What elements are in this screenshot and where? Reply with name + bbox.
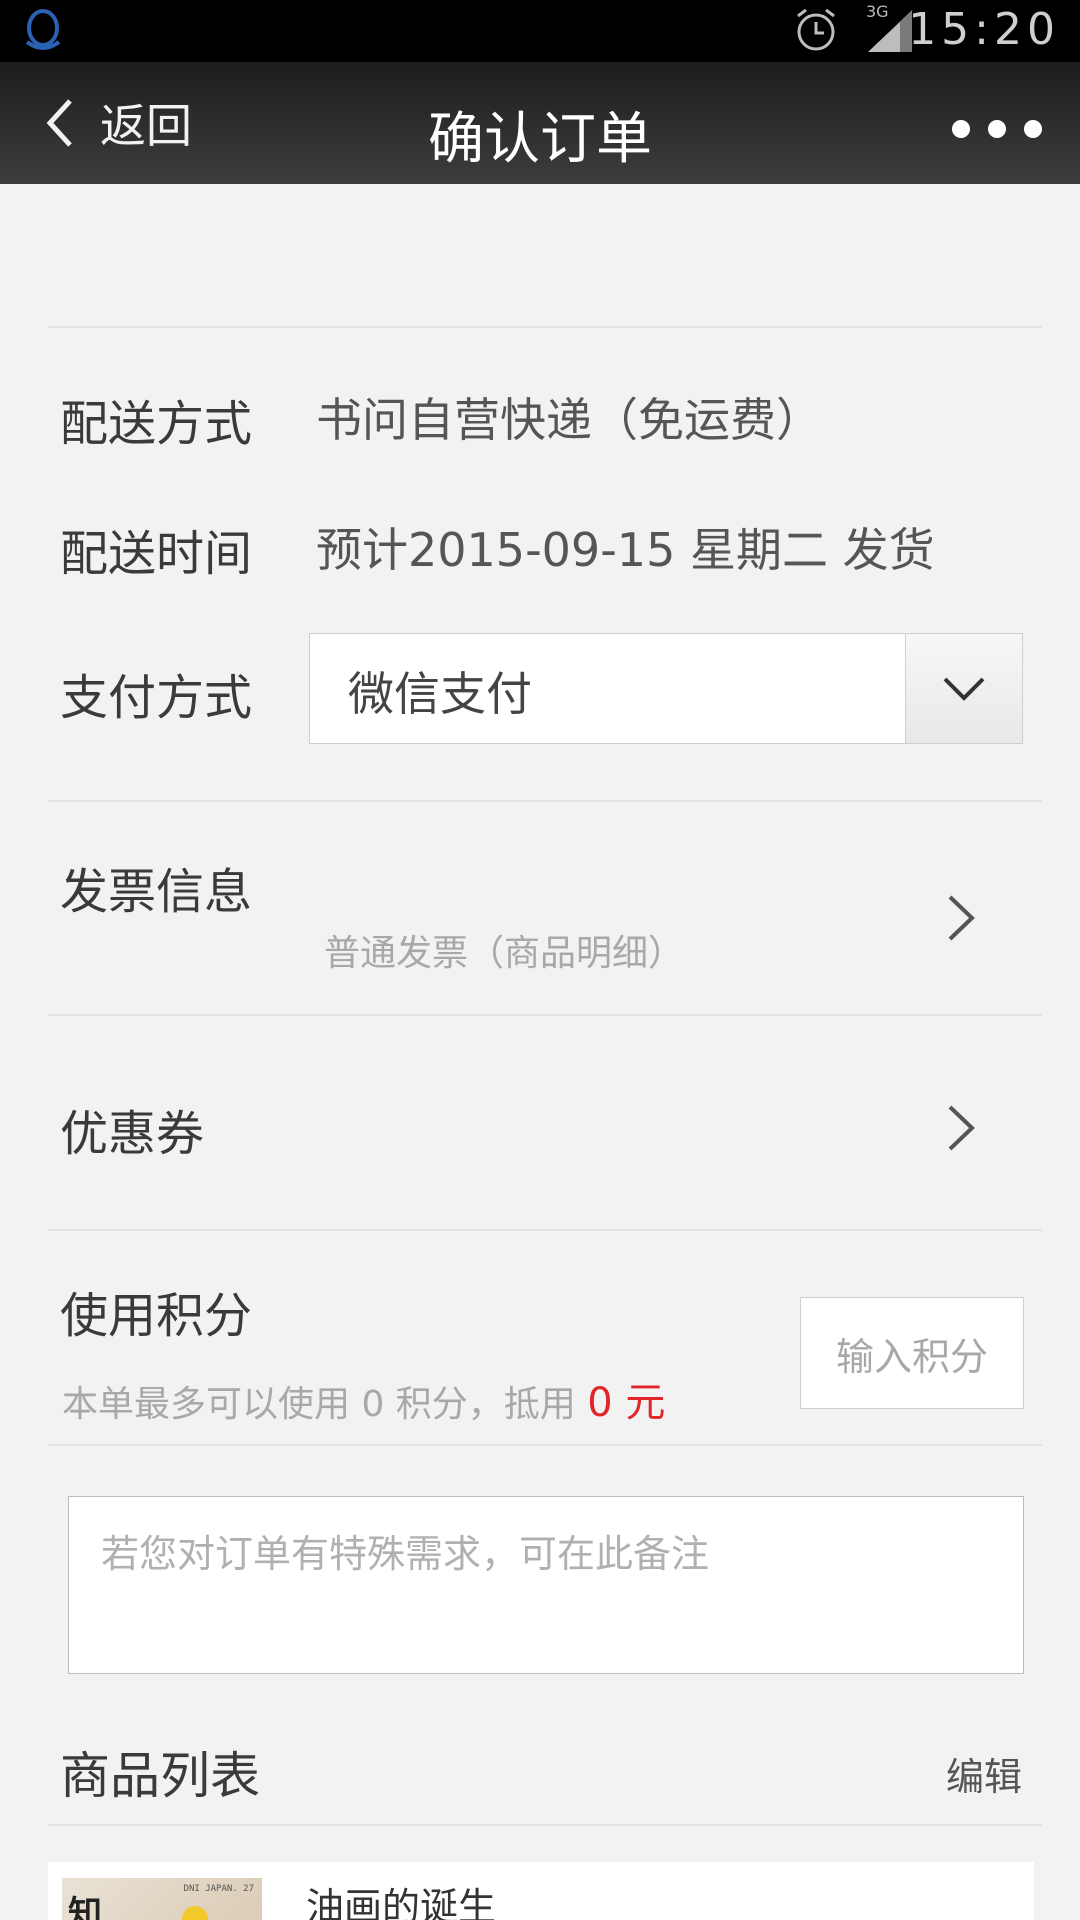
chevron-down-icon [943, 677, 985, 701]
list-item[interactable]: 知 DNI JAPAN. 27 油画的诞生 [48, 1862, 1034, 1920]
delivery-method-label: 配送方式 [60, 396, 253, 452]
divider [48, 326, 1042, 328]
page-title: 确认订单 [428, 107, 652, 172]
points-input[interactable]: 输入积分 [800, 1297, 1024, 1409]
points-amount: 0 元 [587, 1380, 666, 1426]
invoice-value: 普通发票（商品明细） [324, 933, 685, 974]
alarm-icon [797, 8, 835, 51]
divider [48, 1824, 1042, 1826]
points-tip-text: 本单最多可以使用 0 积分，抵用 [62, 1384, 576, 1425]
product-list-title: 商品列表 [60, 1747, 260, 1805]
delivery-time-value: 预计2015-09-15 星期二 发货 [316, 523, 935, 577]
product-thumbnail: 知 DNI JAPAN. 27 [62, 1878, 262, 1920]
nav-bar: 返回 确认订单 [0, 62, 1080, 184]
payment-method-label: 支付方式 [60, 670, 253, 726]
divider [48, 1444, 1042, 1446]
dropdown-toggle[interactable] [905, 634, 1022, 743]
edit-button[interactable]: 编辑 [946, 1746, 1022, 1801]
status-bar: 3G 15:20 [0, 0, 1080, 62]
invoice-label: 发票信息 [60, 864, 253, 920]
divider [48, 1229, 1042, 1231]
chevron-right-icon [948, 895, 975, 941]
points-tip: 本单最多可以使用 0 积分，抵用 0 元 [62, 1370, 665, 1428]
payment-method-select[interactable]: 微信支付 [309, 633, 1023, 744]
remark-textarea[interactable]: 若您对订单有特殊需求，可在此备注 [68, 1496, 1024, 1674]
more-dots-icon[interactable] [952, 120, 1042, 138]
status-time: 15:20 [908, 4, 1060, 55]
points-label: 使用积分 [60, 1288, 253, 1344]
coupon-label: 优惠券 [60, 1106, 205, 1162]
thumbnail-small-text: DNI JAPAN. 27 [183, 1884, 254, 1894]
delivery-time-label: 配送时间 [60, 526, 253, 582]
qq-icon [25, 9, 61, 50]
payment-method-selected: 微信支付 [348, 667, 532, 721]
product-name: 油画的诞生 [306, 1885, 497, 1920]
chevron-right-icon [948, 1105, 975, 1151]
thumbnail-title: 知 [68, 1894, 102, 1920]
delivery-method-value: 书问自营快递（免运费） [316, 393, 822, 447]
thumbnail-decoration [182, 1906, 208, 1920]
